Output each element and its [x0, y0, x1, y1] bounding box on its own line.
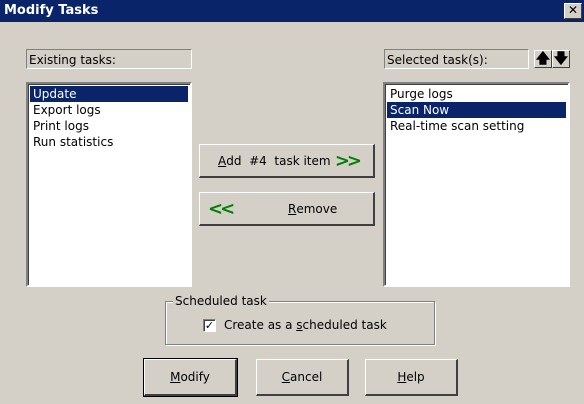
- existing-tasks-label: Existing tasks:: [26, 49, 192, 69]
- list-item[interactable]: Export logs: [30, 102, 188, 118]
- close-button[interactable]: ✕: [564, 3, 582, 19]
- move-down-button[interactable]: 🡇: [552, 50, 570, 68]
- move-up-button[interactable]: 🡅: [534, 50, 552, 68]
- arrow-up-icon: 🡅: [535, 51, 551, 67]
- remove-task-label: Remove: [288, 201, 338, 216]
- scheduled-task-legend: Scheduled task: [173, 294, 269, 308]
- scheduled-task-checkbox[interactable]: ✓: [203, 319, 216, 332]
- list-item[interactable]: Print logs: [30, 118, 188, 134]
- title-bar: Modify Tasks ✕: [0, 0, 584, 22]
- window-title: Modify Tasks: [4, 3, 99, 18]
- add-task-label: Add #4 task item: [218, 153, 331, 168]
- list-item[interactable]: Real-time scan setting: [387, 118, 566, 134]
- help-button[interactable]: Help: [365, 359, 458, 396]
- arrow-down-icon: 🡇: [553, 51, 569, 67]
- selected-tasks-list[interactable]: Purge logs Scan Now Real-time scan setting: [383, 82, 570, 287]
- list-item[interactable]: Purge logs: [387, 86, 566, 102]
- cancel-button-label: Cancel: [281, 370, 323, 384]
- help-button-label: Help: [397, 370, 425, 384]
- existing-tasks-list[interactable]: Update Export logs Print logs Run statistic…: [26, 82, 192, 287]
- list-item[interactable]: Update: [30, 86, 188, 102]
- scheduled-task-checkbox-label[interactable]: Create as a scheduled task: [224, 318, 387, 332]
- add-task-button[interactable]: Add #4 task item >>: [199, 144, 375, 178]
- close-icon: ✕: [567, 3, 579, 17]
- remove-task-button[interactable]: << Remove: [199, 192, 375, 226]
- double-chevron-right-icon: >>: [334, 150, 362, 171]
- checkmark-icon: ✓: [204, 319, 215, 332]
- list-item[interactable]: Scan Now: [387, 102, 566, 118]
- cancel-button[interactable]: Cancel: [256, 359, 349, 396]
- modify-button-label: Modify: [170, 370, 210, 384]
- list-item[interactable]: Run statistics: [30, 134, 188, 150]
- selected-tasks-label: Selected task(s):: [384, 49, 529, 69]
- modify-button[interactable]: Modify: [143, 358, 238, 397]
- double-chevron-left-icon: <<: [208, 198, 235, 219]
